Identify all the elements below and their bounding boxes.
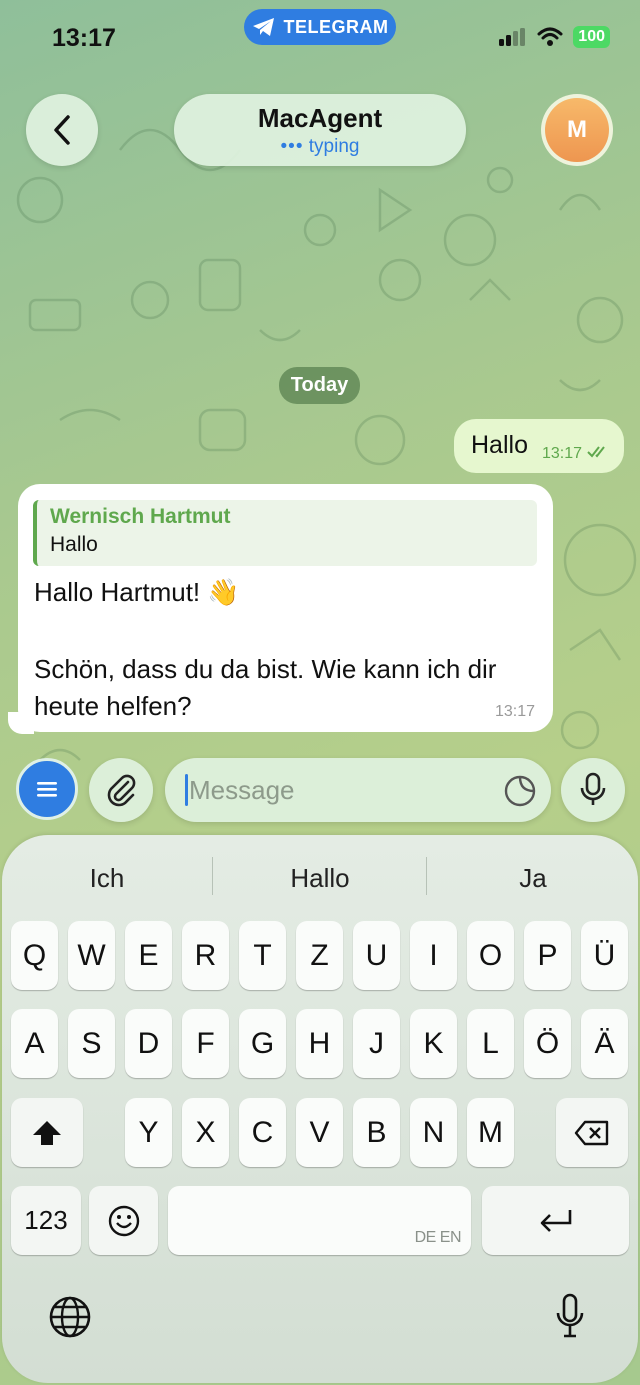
- avatar-letter: M: [545, 98, 609, 162]
- key-w[interactable]: W: [68, 921, 115, 990]
- numbers-key[interactable]: 123: [11, 1186, 81, 1255]
- key-ue[interactable]: Ü: [581, 921, 628, 990]
- key-u[interactable]: U: [353, 921, 400, 990]
- key-g[interactable]: G: [239, 1009, 286, 1078]
- app-name: TELEGRAM: [283, 16, 389, 37]
- shift-key[interactable]: [11, 1098, 83, 1167]
- message-input[interactable]: Message: [165, 758, 551, 822]
- typing-label: typing: [308, 135, 360, 157]
- shift-icon: [33, 1120, 61, 1145]
- key-o[interactable]: O: [467, 921, 514, 990]
- incoming-message-greeting: Hallo Hartmut! 👋: [34, 577, 240, 607]
- suggestion-2[interactable]: Hallo: [220, 863, 420, 894]
- double-check-icon: [586, 446, 605, 458]
- key-c[interactable]: C: [239, 1098, 286, 1167]
- attach-button[interactable]: [89, 758, 153, 822]
- outgoing-message-meta: 13:17: [542, 445, 611, 463]
- key-b[interactable]: B: [353, 1098, 400, 1167]
- reply-quote[interactable]: Wernisch Hartmut Hallo: [33, 500, 537, 566]
- return-to-app-pill[interactable]: TELEGRAM: [244, 9, 396, 45]
- space-key[interactable]: DE EN: [168, 1186, 471, 1255]
- status-time: 13:17: [52, 24, 116, 52]
- key-a[interactable]: A: [11, 1009, 58, 1078]
- typing-dots-icon: •••: [280, 135, 304, 157]
- key-n[interactable]: N: [410, 1098, 457, 1167]
- suggestion-divider: [426, 857, 427, 895]
- voice-message-button[interactable]: [561, 758, 625, 822]
- status-indicators: 100: [499, 26, 610, 48]
- menu-icon: [37, 782, 57, 797]
- key-h[interactable]: H: [296, 1009, 343, 1078]
- bot-menu-button[interactable]: [16, 758, 78, 820]
- text-caret: [185, 774, 188, 806]
- profile-avatar[interactable]: M: [541, 94, 613, 166]
- key-e[interactable]: E: [125, 921, 172, 990]
- typing-status: ••• typing: [281, 136, 360, 158]
- back-button[interactable]: [26, 94, 98, 166]
- key-x[interactable]: X: [182, 1098, 229, 1167]
- signal-icon: [499, 28, 526, 46]
- key-t[interactable]: T: [239, 921, 286, 990]
- outgoing-message-text: Hallo: [471, 431, 528, 459]
- telegram-icon: [252, 18, 274, 36]
- key-r[interactable]: R: [182, 921, 229, 990]
- suggestion-3[interactable]: Ja: [433, 863, 633, 894]
- key-oe[interactable]: Ö: [524, 1009, 571, 1078]
- outgoing-message-time: 13:17: [542, 445, 583, 462]
- key-y[interactable]: Y: [125, 1098, 172, 1167]
- emoji-key[interactable]: [89, 1186, 158, 1255]
- delete-key[interactable]: [556, 1098, 628, 1167]
- reply-text: Hallo: [50, 533, 98, 556]
- chevron-left-icon: [54, 115, 70, 145]
- incoming-message-time: 13:17: [494, 703, 535, 720]
- keyboard-language-label: DE EN: [414, 1229, 462, 1246]
- sticker-icon[interactable]: [503, 774, 537, 808]
- key-ae[interactable]: Ä: [581, 1009, 628, 1078]
- incoming-message-body: Schön, dass du da bist. Wie kann ich dir…: [34, 654, 497, 721]
- microphone-icon: [580, 772, 606, 805]
- outgoing-message[interactable]: Hallo 13:17: [454, 419, 624, 473]
- globe-icon[interactable]: [48, 1295, 92, 1339]
- key-d[interactable]: D: [125, 1009, 172, 1078]
- key-m[interactable]: M: [467, 1098, 514, 1167]
- key-l[interactable]: L: [467, 1009, 514, 1078]
- dictation-microphone-icon[interactable]: [554, 1293, 586, 1339]
- return-key[interactable]: [482, 1186, 629, 1255]
- key-s[interactable]: S: [68, 1009, 115, 1078]
- key-v[interactable]: V: [296, 1098, 343, 1167]
- backspace-icon: [574, 1120, 609, 1145]
- chat-title: MacAgent: [257, 102, 383, 133]
- key-q[interactable]: Q: [11, 921, 58, 990]
- suggestion-divider: [212, 857, 213, 895]
- chat-title-pill[interactable]: MacAgent ••• typing: [174, 94, 466, 166]
- reply-author: Wernisch Hartmut: [50, 505, 231, 528]
- wifi-icon: [537, 27, 563, 46]
- key-p[interactable]: P: [524, 921, 571, 990]
- battery-indicator: 100: [573, 26, 610, 48]
- key-k[interactable]: K: [410, 1009, 457, 1078]
- paperclip-icon: [107, 774, 136, 807]
- key-j[interactable]: J: [353, 1009, 400, 1078]
- key-i[interactable]: I: [410, 921, 457, 990]
- emoji-icon: [108, 1205, 139, 1236]
- return-icon: [540, 1209, 571, 1232]
- on-screen-keyboard: Ich Hallo Ja Q W E R T Z U I O P Ü A S D…: [2, 835, 638, 1383]
- date-separator: Today: [279, 367, 360, 404]
- message-placeholder: Message: [189, 774, 295, 805]
- key-z[interactable]: Z: [296, 921, 343, 990]
- incoming-message[interactable]: Wernisch Hartmut Hallo Hallo Hartmut! 👋 …: [18, 484, 553, 732]
- key-f[interactable]: F: [182, 1009, 229, 1078]
- suggestion-1[interactable]: Ich: [7, 863, 207, 894]
